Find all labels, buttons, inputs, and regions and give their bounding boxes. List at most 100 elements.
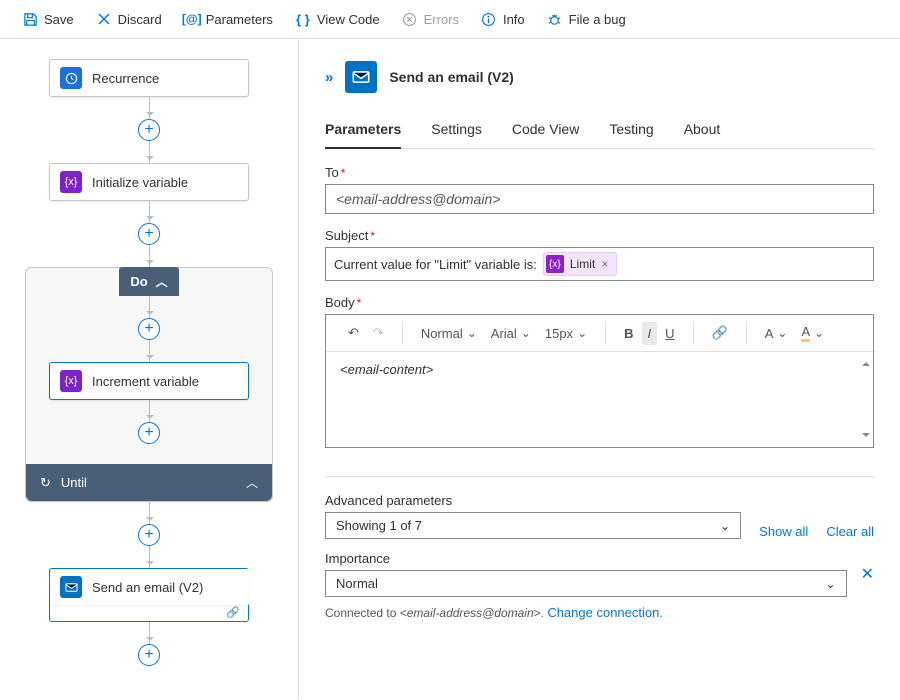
until-footer[interactable]: ↻ Until ︿ [26, 464, 272, 501]
node-label: Increment variable [92, 374, 199, 389]
tab-about[interactable]: About [684, 115, 721, 148]
add-step-button[interactable]: + [138, 318, 160, 340]
connector [149, 296, 150, 318]
clock-icon [60, 67, 82, 89]
bold-button[interactable]: B [618, 322, 639, 345]
save-label: Save [44, 12, 74, 27]
token-name: Limit [570, 257, 595, 271]
highlight-button[interactable]: A ⌄ [795, 320, 830, 346]
workflow-canvas[interactable]: Recurrence + {x} Initialize variable + D… [0, 39, 298, 699]
rte-toolbar: ↶ ↷ Normal ⌄ Arial ⌄ 15px ⌄ B I U [326, 315, 873, 352]
node-send-email[interactable]: Send an email (V2) [49, 568, 249, 622]
do-header[interactable]: Do ︿ [119, 267, 179, 296]
advanced-label: Advanced parameters [325, 493, 741, 508]
parameters-button[interactable]: [@] Parameters [174, 6, 283, 32]
collapse-panel-button[interactable]: » [325, 69, 333, 86]
discard-button[interactable]: Discard [86, 6, 172, 32]
outlook-icon [345, 61, 377, 93]
fileabug-label: File a bug [569, 12, 626, 27]
parameters-icon: [@] [184, 11, 200, 27]
errors-icon [402, 11, 418, 27]
textcolor-button[interactable]: A ⌄ [759, 322, 794, 345]
info-label: Info [503, 12, 525, 27]
body-label: Body* [325, 295, 874, 310]
clear-all-link[interactable]: Clear all [826, 524, 874, 539]
body-textarea[interactable]: <email-content> [326, 352, 873, 447]
info-button[interactable]: Info [471, 6, 535, 32]
chevron-down-icon: ⌄ [814, 326, 824, 340]
subject-text: Current value for "Limit" variable is: [334, 257, 537, 272]
connector [149, 141, 150, 163]
outlook-icon [60, 576, 82, 598]
top-toolbar: Save Discard [@] Parameters { } View Cod… [0, 0, 900, 39]
add-step-button[interactable]: + [138, 524, 160, 546]
add-step-button[interactable]: + [138, 119, 160, 141]
node-increment-variable[interactable]: {x} Increment variable [49, 362, 249, 400]
advanced-select[interactable]: Showing 1 of 7 ⌄ [325, 512, 741, 539]
node-label: Recurrence [92, 71, 159, 86]
chevron-up-icon: ︿ [246, 474, 258, 491]
braces-icon: { } [295, 11, 311, 27]
show-all-link[interactable]: Show all [759, 524, 808, 539]
connector [149, 400, 150, 422]
importance-select[interactable]: Normal ⌄ [325, 570, 847, 597]
underline-button[interactable]: U [659, 322, 680, 345]
save-icon [22, 11, 38, 27]
remove-importance-button[interactable]: ✕ [861, 564, 874, 584]
tab-settings[interactable]: Settings [431, 115, 482, 148]
body-content: <email-content> [340, 362, 433, 377]
variable-token-limit[interactable]: {x} Limit × [543, 252, 617, 276]
undo-button[interactable]: ↶ [342, 321, 365, 345]
discard-icon [96, 11, 112, 27]
tab-codeview[interactable]: Code View [512, 115, 579, 148]
save-button[interactable]: Save [12, 6, 84, 32]
tab-testing[interactable]: Testing [609, 115, 653, 148]
redo-button[interactable]: ↷ [367, 321, 390, 345]
change-connection-link[interactable]: Change connection. [547, 605, 663, 620]
bug-icon [547, 11, 563, 27]
size-select[interactable]: 15px ⌄ [539, 322, 593, 345]
add-step-button[interactable]: + [138, 644, 160, 666]
variable-icon: {x} [546, 255, 564, 273]
until-label: Until [61, 475, 87, 490]
chevron-down-icon: ⌄ [577, 326, 587, 340]
panel-tabs: Parameters Settings Code View Testing Ab… [325, 115, 874, 149]
subject-input[interactable]: Current value for "Limit" variable is: {… [325, 247, 874, 281]
viewcode-button[interactable]: { } View Code [285, 6, 390, 32]
tab-parameters[interactable]: Parameters [325, 115, 401, 149]
scrollbar[interactable] [862, 358, 870, 441]
to-input[interactable]: <email-address@domain> [325, 184, 874, 214]
add-step-button[interactable]: + [138, 422, 160, 444]
panel-title: Send an email (V2) [389, 69, 513, 85]
remove-token-button[interactable]: × [601, 257, 608, 271]
connector [149, 245, 150, 267]
divider [325, 476, 874, 477]
until-loop-group: Do ︿ + {x} Increment variable + ↻ Until … [25, 267, 273, 502]
chevron-down-icon: ⌄ [467, 326, 477, 340]
add-step-button[interactable]: + [138, 223, 160, 245]
subject-label: Subject* [325, 228, 874, 243]
node-recurrence[interactable]: Recurrence [49, 59, 249, 97]
chevron-up-icon: ︿ [156, 273, 168, 290]
errors-button[interactable]: Errors [392, 6, 469, 32]
chevron-down-icon: ⌄ [826, 577, 836, 591]
fileabug-button[interactable]: File a bug [537, 6, 636, 32]
connector [149, 340, 150, 362]
connector [149, 622, 150, 644]
node-label: Send an email (V2) [92, 580, 203, 595]
body-editor: ↶ ↷ Normal ⌄ Arial ⌄ 15px ⌄ B I U [325, 314, 874, 448]
link-button[interactable]: 🔗 [706, 321, 734, 345]
style-select[interactable]: Normal ⌄ [415, 322, 483, 345]
importance-label: Importance [325, 551, 847, 566]
font-select[interactable]: Arial ⌄ [485, 322, 537, 345]
importance-value: Normal [336, 576, 378, 591]
chevron-down-icon: ⌄ [720, 519, 730, 533]
errors-label: Errors [424, 12, 459, 27]
italic-button[interactable]: I [642, 322, 658, 345]
to-label: To* [325, 165, 874, 180]
viewcode-label: View Code [317, 12, 380, 27]
connector [149, 97, 150, 119]
parameters-label: Parameters [206, 12, 273, 27]
node-initialize-variable[interactable]: {x} Initialize variable [49, 163, 249, 201]
node-label: Initialize variable [92, 175, 188, 190]
